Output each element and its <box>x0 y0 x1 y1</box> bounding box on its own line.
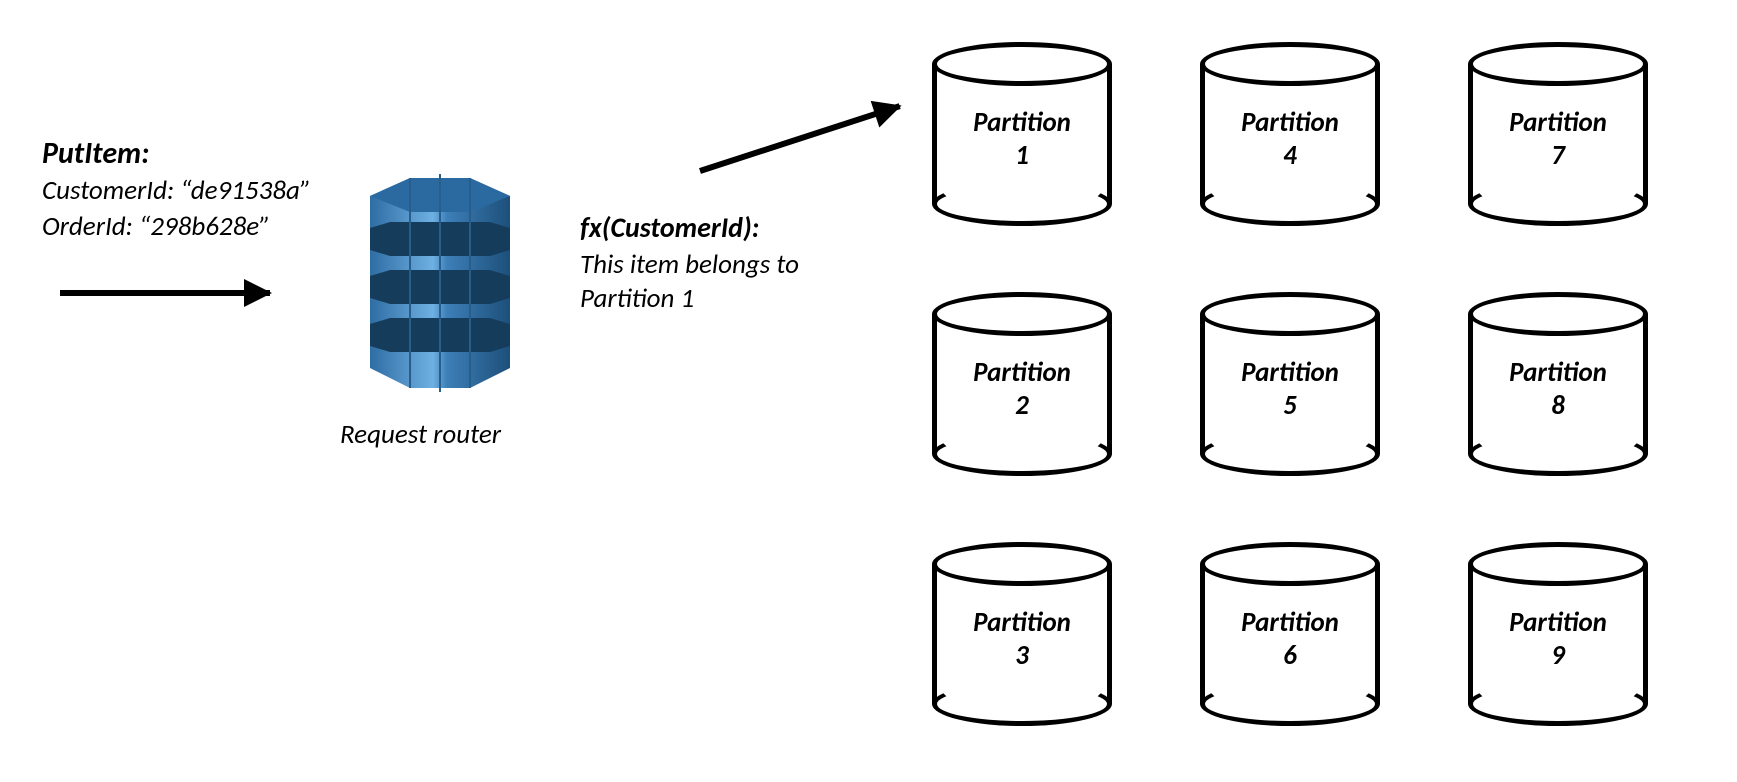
partition-1-label: Partition1 <box>932 106 1112 172</box>
router-caption: Request router <box>340 418 501 452</box>
partition-3-cylinder: Partition3 <box>932 542 1112 722</box>
arrow-to-router <box>60 290 270 296</box>
partition-4-label: Partition4 <box>1200 106 1380 172</box>
partition-2-cylinder: Partition2 <box>932 292 1112 472</box>
partition-8-label: Partition8 <box>1468 356 1648 422</box>
arrow-to-partition <box>699 103 901 174</box>
partition-3-label: Partition3 <box>932 606 1112 672</box>
partition-7-cylinder: Partition7 <box>1468 42 1648 222</box>
request-router-icon <box>340 168 540 408</box>
partition-2-label: Partition2 <box>932 356 1112 422</box>
request-operation: PutItem: <box>42 135 149 173</box>
partition-1-cylinder: Partition1 <box>932 42 1112 222</box>
partition-6-label: Partition6 <box>1200 606 1380 672</box>
partition-6-cylinder: Partition6 <box>1200 542 1380 722</box>
fx-line2: Partition 1 <box>580 282 694 316</box>
fx-line1: This item belongs to <box>580 248 799 282</box>
partition-5-label: Partition5 <box>1200 356 1380 422</box>
partition-9-cylinder: Partition9 <box>1468 542 1648 722</box>
fx-title: fx(CustomerId): <box>580 210 759 245</box>
partition-9-label: Partition9 <box>1468 606 1648 672</box>
partition-5-cylinder: Partition5 <box>1200 292 1380 472</box>
partition-7-label: Partition7 <box>1468 106 1648 172</box>
partition-4-cylinder: Partition4 <box>1200 42 1380 222</box>
partition-8-cylinder: Partition8 <box>1468 292 1648 472</box>
request-order-id: OrderId: “298b628e” <box>42 210 270 244</box>
request-customer-id: CustomerId: “de91538a” <box>42 174 311 208</box>
